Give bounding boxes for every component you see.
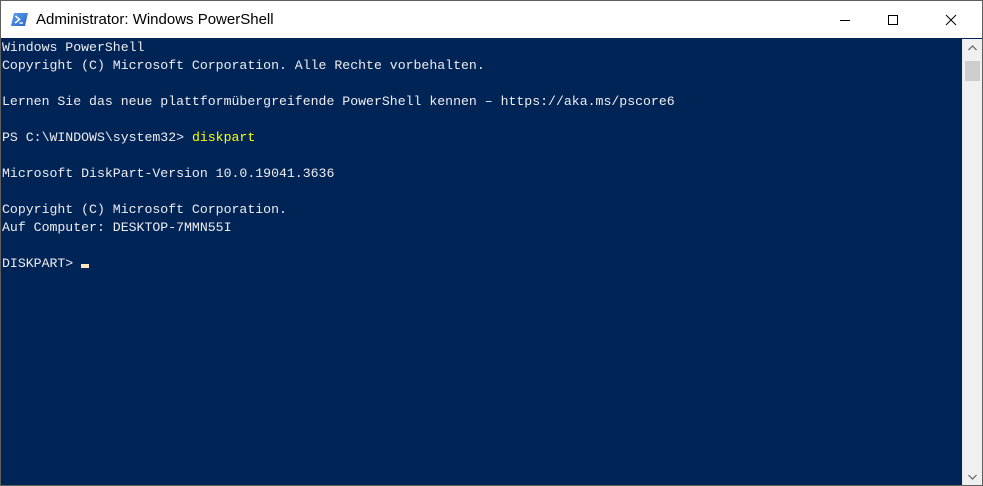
scroll-down-arrow-icon: [968, 474, 977, 480]
console-line: Lernen Sie das neue plattformübergreifen…: [2, 94, 675, 109]
maximize-button[interactable]: [870, 1, 916, 38]
text-cursor: [81, 264, 90, 268]
diskpart-prompt: DISKPART>: [2, 256, 74, 271]
diskpart-prompt-line[interactable]: DISKPART>: [1, 255, 962, 273]
console-line: Microsoft DiskPart-Version 10.0.19041.36…: [2, 166, 335, 181]
prompt-line: PS C:\WINDOWS\system32> diskpart: [1, 129, 962, 147]
scrollbar-thumb[interactable]: [965, 61, 980, 81]
close-button[interactable]: [928, 1, 974, 38]
console-line: Copyright (C) Microsoft Corporation.: [2, 202, 287, 217]
console-line: Auf Computer: DESKTOP-7MMN55I: [2, 220, 232, 235]
minimize-button[interactable]: [822, 1, 868, 38]
title-bar[interactable]: Administrator: Windows PowerShell: [1, 1, 982, 38]
maximize-icon: [888, 14, 898, 25]
vertical-scrollbar[interactable]: [962, 39, 982, 485]
scroll-up-button[interactable]: [963, 39, 982, 56]
powershell-icon[interactable]: [11, 11, 28, 28]
powershell-window: Administrator: Windows PowerShell Window…: [0, 0, 983, 486]
minimize-icon: [840, 19, 850, 21]
close-icon: [945, 14, 957, 25]
console-output[interactable]: Windows PowerShell Copyright (C) Microso…: [1, 39, 962, 485]
scroll-down-button[interactable]: [963, 468, 982, 485]
console-line: Copyright (C) Microsoft Corporation. All…: [2, 58, 485, 73]
typed-command: diskpart: [191, 130, 256, 145]
scroll-up-arrow-icon: [968, 44, 977, 50]
console-line: Windows PowerShell: [2, 40, 145, 55]
ps-prompt: PS C:\WINDOWS\system32>: [2, 130, 192, 145]
window-title: Administrator: Windows PowerShell: [36, 11, 274, 28]
